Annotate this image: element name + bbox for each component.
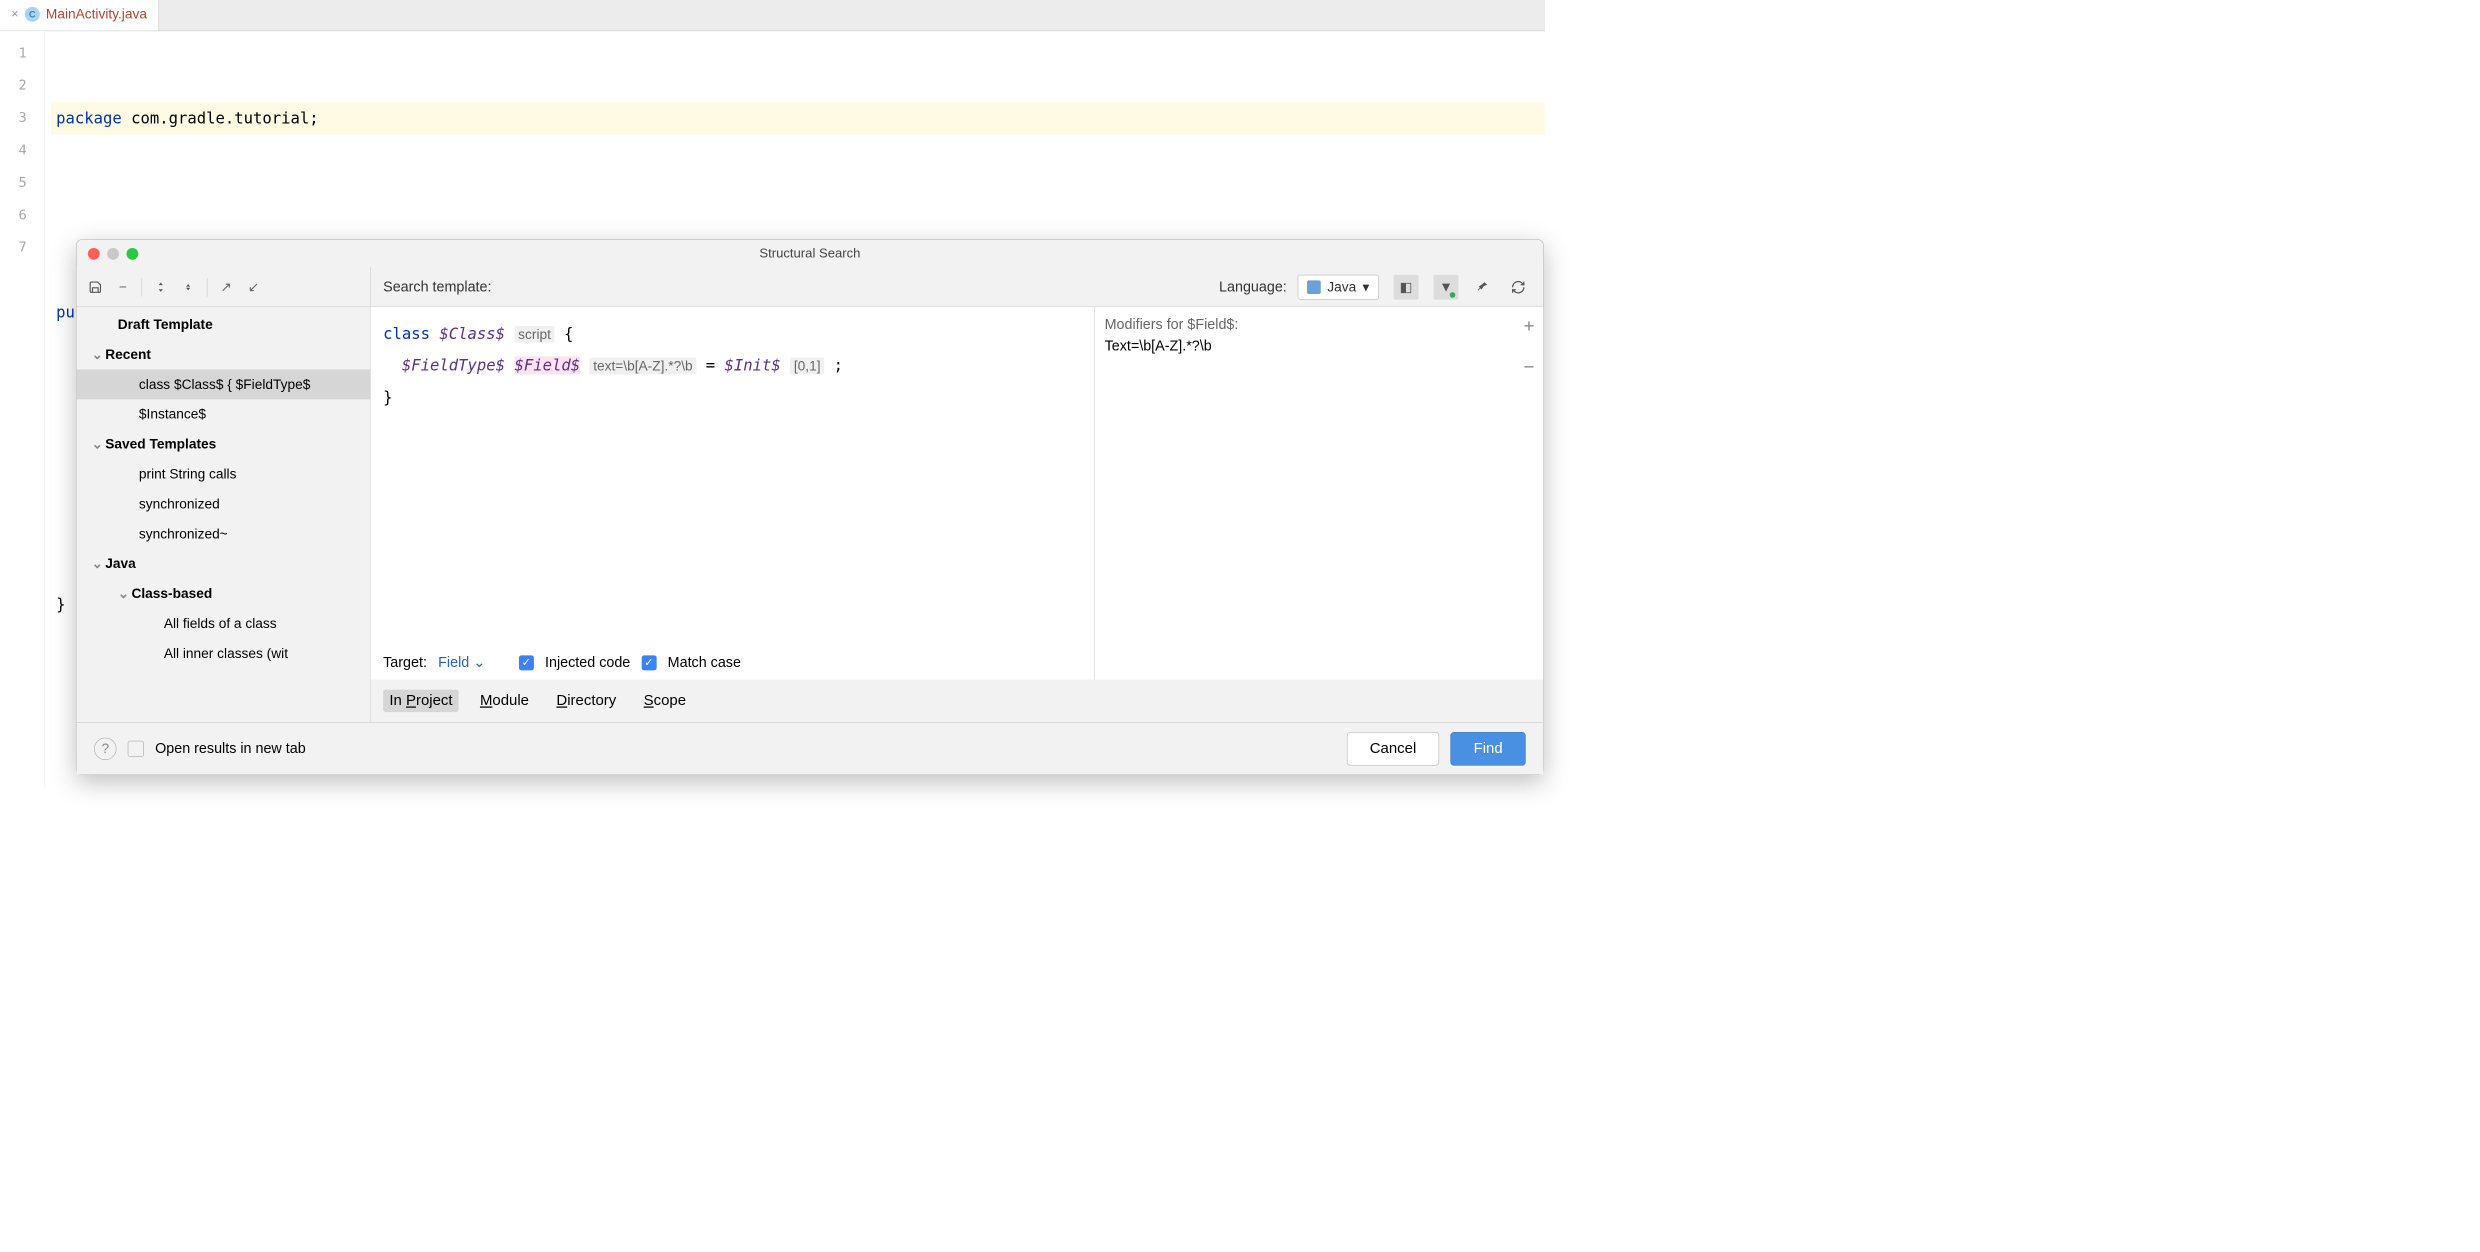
tpl-token [505, 356, 514, 374]
injected-code-label: Injected code [545, 654, 630, 671]
code-token: package [56, 109, 122, 127]
chevron-down-icon: ▾ [1362, 279, 1369, 295]
language-label: Language: [1219, 278, 1287, 295]
tpl-var: $Class$ [439, 325, 505, 343]
tree-recent-item[interactable]: class $Class$ { $FieldType$ [77, 369, 370, 399]
scope-directory[interactable]: Directory [550, 690, 622, 712]
line-number: 5 [0, 167, 27, 199]
template-editor-area: class $Class$ script { $FieldType$ $Fiel… [371, 307, 1095, 680]
search-template-label: Search template: [383, 278, 491, 295]
tpl-var: $FieldType$ [402, 356, 505, 374]
save-template-icon[interactable] [83, 274, 108, 299]
export-icon[interactable]: ↗ [214, 274, 239, 299]
line-gutter: 1 2 3 4 5 6 7 [0, 31, 45, 789]
modifiers-header: Modifiers for $Field$: [1105, 316, 1534, 333]
filter-icon[interactable]: ▼ [1434, 274, 1459, 299]
language-combo[interactable]: Java ▾ [1298, 274, 1379, 299]
template-options-row: Target: Field ⌄ ✓ Injected code ✓ Match … [371, 645, 1094, 679]
tree-recent[interactable]: ⌄Recent [77, 340, 370, 370]
refresh-icon[interactable] [1506, 274, 1531, 299]
collapse-all-icon[interactable] [176, 274, 201, 299]
main-panel: Search template: Language: Java ▾ ◧ ▼ cl… [371, 267, 1543, 722]
code-token: com.gradle.tutorial [131, 109, 309, 127]
editor-tab-bar: × C MainActivity.java [0, 0, 1545, 31]
file-tab[interactable]: × C MainActivity.java [0, 0, 158, 31]
dialog-titlebar[interactable]: Structural Search [77, 240, 1544, 267]
line-number: 3 [0, 102, 27, 134]
window-minimize-icon[interactable] [107, 248, 119, 260]
tpl-token: ; [824, 356, 843, 374]
side-toolbar: − ↗ ↙ [77, 267, 370, 307]
window-zoom-icon[interactable] [126, 248, 138, 260]
structural-search-dialog: Structural Search − ↗ ↙ Draft Template ⌄… [76, 239, 1544, 775]
scope-row: In Project Module Directory Scope [371, 680, 1543, 722]
window-close-icon[interactable] [88, 248, 100, 260]
tree-saved-templates[interactable]: ⌄Saved Templates [77, 429, 370, 459]
close-tab-icon[interactable]: × [11, 7, 18, 21]
tpl-token: class [383, 325, 439, 343]
code-token: ; [309, 109, 318, 127]
target-label: Target: [383, 654, 427, 671]
tab-filename: MainActivity.java [46, 6, 147, 22]
help-icon[interactable]: ? [94, 737, 116, 759]
add-modifier-icon[interactable]: + [1524, 316, 1535, 337]
line-number: 6 [0, 199, 27, 231]
tree-saved-item[interactable]: synchronized~ [77, 519, 370, 549]
match-case-label: Match case [668, 654, 741, 671]
tpl-var-field: $Field$ [514, 356, 580, 374]
import-icon[interactable]: ↙ [241, 274, 266, 299]
window-controls [77, 248, 139, 260]
line-number: 4 [0, 135, 27, 167]
tpl-token: { [555, 325, 574, 343]
tree-saved-item[interactable]: print String calls [77, 459, 370, 489]
language-value: Java [1327, 279, 1356, 295]
tpl-token: } [383, 388, 392, 406]
template-tree[interactable]: Draft Template ⌄Recent class $Class$ { $… [77, 307, 370, 722]
line-number: 2 [0, 70, 27, 102]
pin-icon[interactable] [1470, 274, 1495, 299]
tpl-token: = [696, 356, 724, 374]
remove-icon[interactable]: − [110, 274, 135, 299]
tree-cb-item[interactable]: All fields of a class [77, 609, 370, 639]
open-new-tab-label: Open results in new tab [155, 740, 306, 757]
dialog-title: Structural Search [77, 246, 1544, 261]
tpl-token [383, 356, 402, 374]
tpl-var: $Init$ [724, 356, 780, 374]
remove-modifier-icon[interactable]: − [1524, 357, 1535, 378]
template-code[interactable]: class $Class$ script { $FieldType$ $Fiel… [371, 307, 1094, 645]
template-header-row: Search template: Language: Java ▾ ◧ ▼ [371, 267, 1543, 307]
tree-cb-item[interactable]: All inner classes (wit [77, 639, 370, 669]
dialog-footer: ? Open results in new tab Cancel Find [77, 722, 1544, 774]
tpl-hint: [0,1] [790, 358, 824, 375]
tpl-hint: script [514, 326, 554, 343]
toggle-view-icon[interactable]: ◧ [1394, 274, 1419, 299]
class-file-icon: C [25, 7, 40, 22]
open-new-tab-checkbox[interactable] [128, 740, 144, 756]
injected-code-checkbox[interactable]: ✓ [519, 655, 534, 670]
cancel-button[interactable]: Cancel [1347, 732, 1440, 766]
tree-class-based[interactable]: ⌄Class-based [77, 579, 370, 609]
match-case-checkbox[interactable]: ✓ [641, 655, 656, 670]
find-button[interactable]: Find [1451, 732, 1526, 766]
line-number: 1 [0, 37, 27, 69]
tree-java[interactable]: ⌄Java [77, 549, 370, 579]
modifiers-panel: Modifiers for $Field$: Text=\b[A-Z].*?\b… [1095, 307, 1544, 680]
tree-saved-item[interactable]: synchronized [77, 489, 370, 519]
line-number: 7 [0, 232, 27, 264]
tree-draft-template[interactable]: Draft Template [77, 310, 370, 340]
modifiers-value[interactable]: Text=\b[A-Z].*?\b [1105, 338, 1534, 355]
expand-all-icon[interactable] [148, 274, 173, 299]
tpl-hint: text=\b[A-Z].*?\b [589, 358, 696, 375]
scope-module[interactable]: Module [474, 690, 536, 712]
target-dropdown[interactable]: Field ⌄ [438, 654, 485, 671]
templates-side-panel: − ↗ ↙ Draft Template ⌄Recent class $Clas… [77, 267, 371, 722]
java-lang-icon [1307, 280, 1321, 294]
scope-scope[interactable]: Scope [637, 690, 692, 712]
tree-recent-item[interactable]: $Instance$ [77, 399, 370, 429]
scope-in-project[interactable]: In Project [383, 690, 459, 712]
